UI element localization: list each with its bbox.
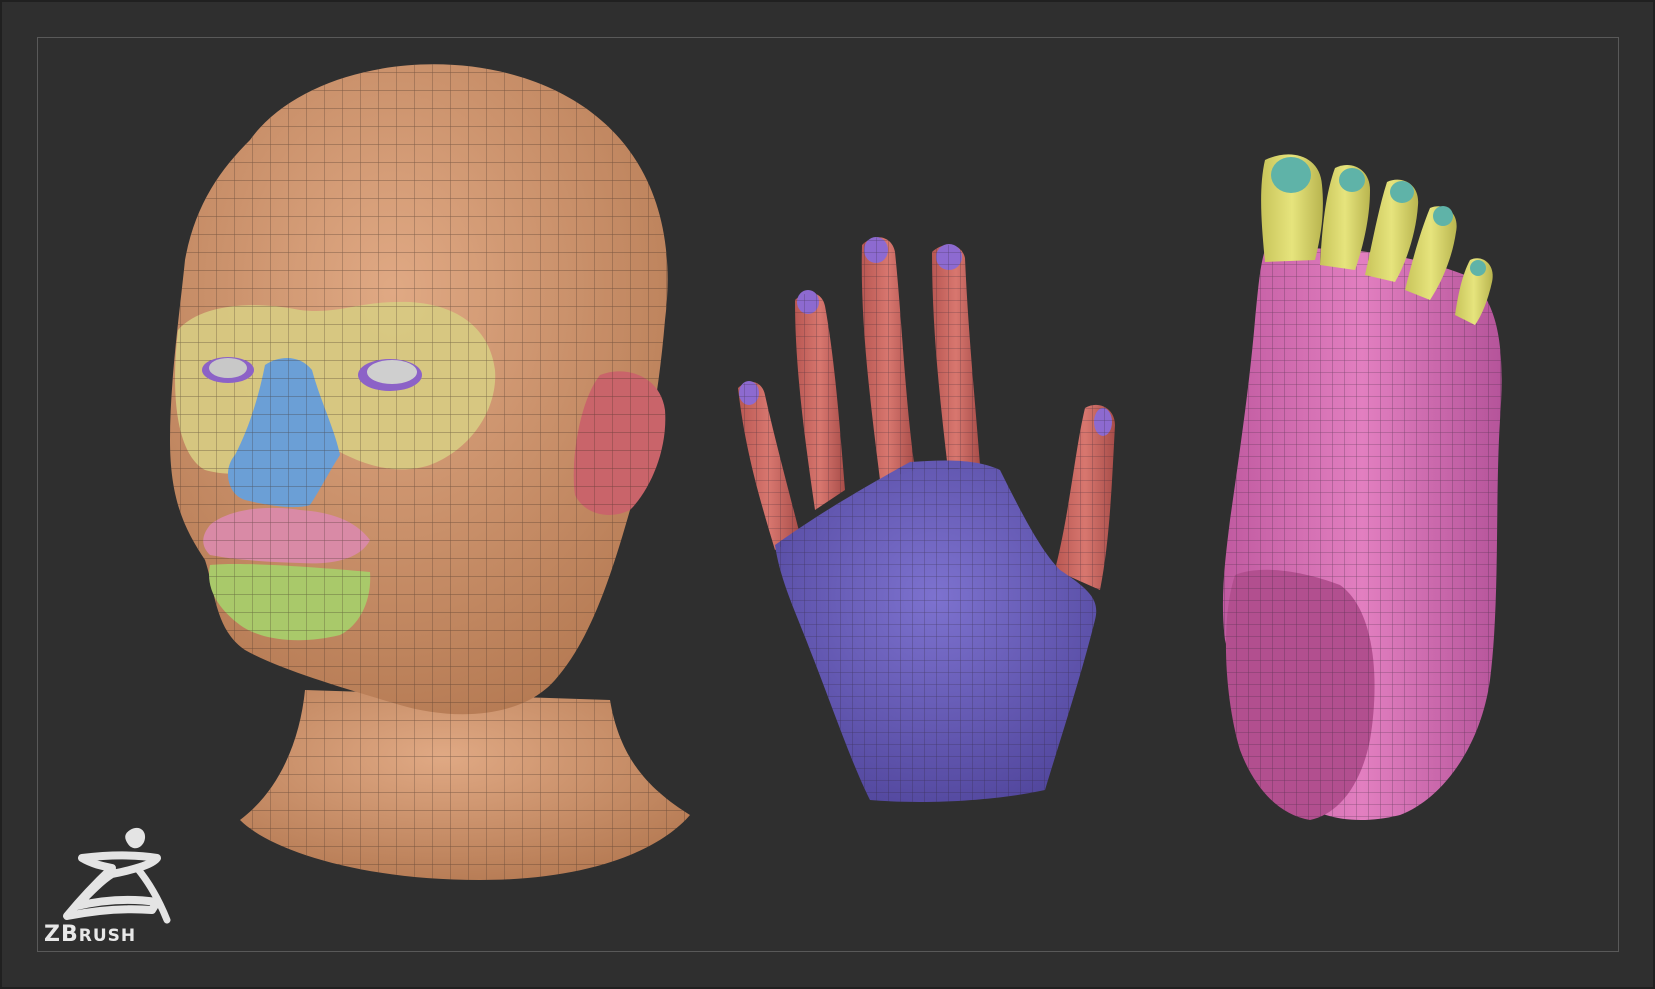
foot-model — [1222, 154, 1502, 820]
brand-text-rest: RUSH — [78, 926, 137, 946]
head-model — [170, 64, 690, 880]
brand-text-first: ZB — [44, 922, 79, 947]
foot-toenail-1 — [1271, 157, 1311, 193]
hand-model — [738, 237, 1115, 802]
foot-toenail-2 — [1339, 168, 1365, 192]
zbrush-wordmark: ZBRUSH — [44, 922, 136, 947]
viewport-canvas: ZBRUSH — [0, 0, 1655, 989]
render-scene — [170, 64, 1502, 880]
foot-toenail-4 — [1433, 206, 1453, 226]
foot-toenail-5 — [1470, 260, 1486, 276]
foot-toenail-3 — [1390, 181, 1414, 203]
